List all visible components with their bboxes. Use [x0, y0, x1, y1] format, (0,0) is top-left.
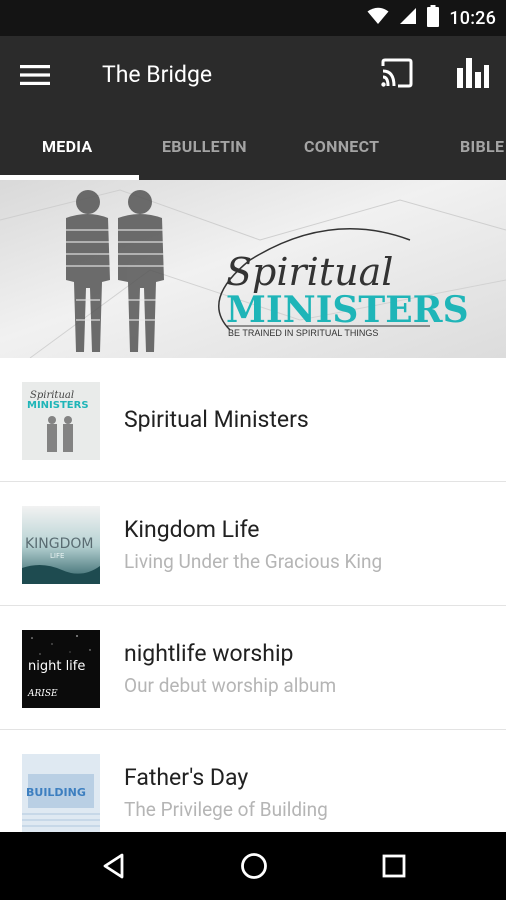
recents-button[interactable]	[372, 846, 416, 886]
back-icon	[103, 853, 124, 879]
media-subtitle: Our debut worship album	[124, 674, 337, 697]
home-icon	[241, 853, 267, 879]
media-subtitle: Living Under the Gracious King	[124, 550, 383, 573]
series-banner[interactable]: Spiritual MINISTERS BE TRAINED IN SPIRIT…	[0, 180, 506, 358]
app-bar: The Bridge	[0, 36, 506, 114]
svg-text:MINISTERS: MINISTERS	[226, 289, 469, 331]
stats-button[interactable]	[454, 56, 494, 92]
wifi-icon	[367, 7, 389, 29]
menu-icon	[20, 65, 50, 85]
menu-button[interactable]	[20, 58, 60, 92]
media-title: Spiritual Ministers	[124, 406, 309, 433]
status-time: 10:26	[449, 7, 496, 29]
cast-button[interactable]	[380, 58, 420, 92]
battery-icon	[427, 5, 440, 31]
signal-icon	[399, 7, 417, 29]
list-item[interactable]: night life ARISE nightlife worship Our d…	[0, 606, 506, 730]
svg-text:night life: night life	[28, 659, 85, 674]
svg-text:LIFE: LIFE	[50, 552, 64, 560]
list-item[interactable]: BUILDING Father's Day The Privilege of B…	[0, 730, 506, 832]
system-navigation-bar	[0, 832, 506, 900]
home-button[interactable]	[232, 846, 276, 886]
media-thumbnail: KINGDOM LIFE	[22, 506, 100, 584]
svg-text:MINISTERS: MINISTERS	[27, 400, 89, 411]
tab-media[interactable]: MEDIA	[42, 114, 92, 180]
svg-text:BE TRAINED IN SPIRITUAL THINGS: BE TRAINED IN SPIRITUAL THINGS	[228, 328, 378, 338]
svg-text:KINGDOM: KINGDOM	[25, 536, 94, 552]
svg-text:Spiritual: Spiritual	[226, 250, 393, 294]
tab-bar: MEDIA EBULLETIN CONNECT BIBLE	[0, 114, 506, 180]
svg-text:BUILDING: BUILDING	[26, 786, 86, 799]
tab-ebulletin[interactable]: EBULLETIN	[162, 114, 247, 180]
list-item[interactable]: KINGDOM LIFE Kingdom Life Living Under t…	[0, 482, 506, 606]
recents-icon	[382, 854, 406, 878]
tab-bible[interactable]: BIBLE	[460, 114, 504, 180]
status-icons: 10:26	[367, 0, 496, 36]
list-item[interactable]: Spiritual MINISTERS Spiritual Ministers	[0, 358, 506, 482]
bar-chart-icon	[457, 58, 489, 88]
media-subtitle: The Privilege of Building	[124, 798, 328, 821]
app-title: The Bridge	[102, 61, 213, 88]
back-button[interactable]	[92, 846, 136, 886]
media-thumbnail: night life ARISE	[22, 630, 100, 708]
media-title: nightlife worship	[124, 640, 294, 667]
status-bar: 10:26	[0, 0, 506, 36]
media-title: Kingdom Life	[124, 516, 260, 543]
media-thumbnail: BUILDING	[22, 754, 100, 832]
svg-text:ARISE: ARISE	[27, 689, 58, 699]
media-thumbnail: Spiritual MINISTERS	[22, 382, 100, 460]
tab-connect[interactable]: CONNECT	[304, 114, 379, 180]
banner-artwork: Spiritual MINISTERS BE TRAINED IN SPIRIT…	[0, 180, 506, 358]
cast-icon	[381, 58, 413, 88]
media-title: Father's Day	[124, 764, 249, 791]
media-list: Spiritual MINISTERS Spiritual Ministers …	[0, 358, 506, 832]
